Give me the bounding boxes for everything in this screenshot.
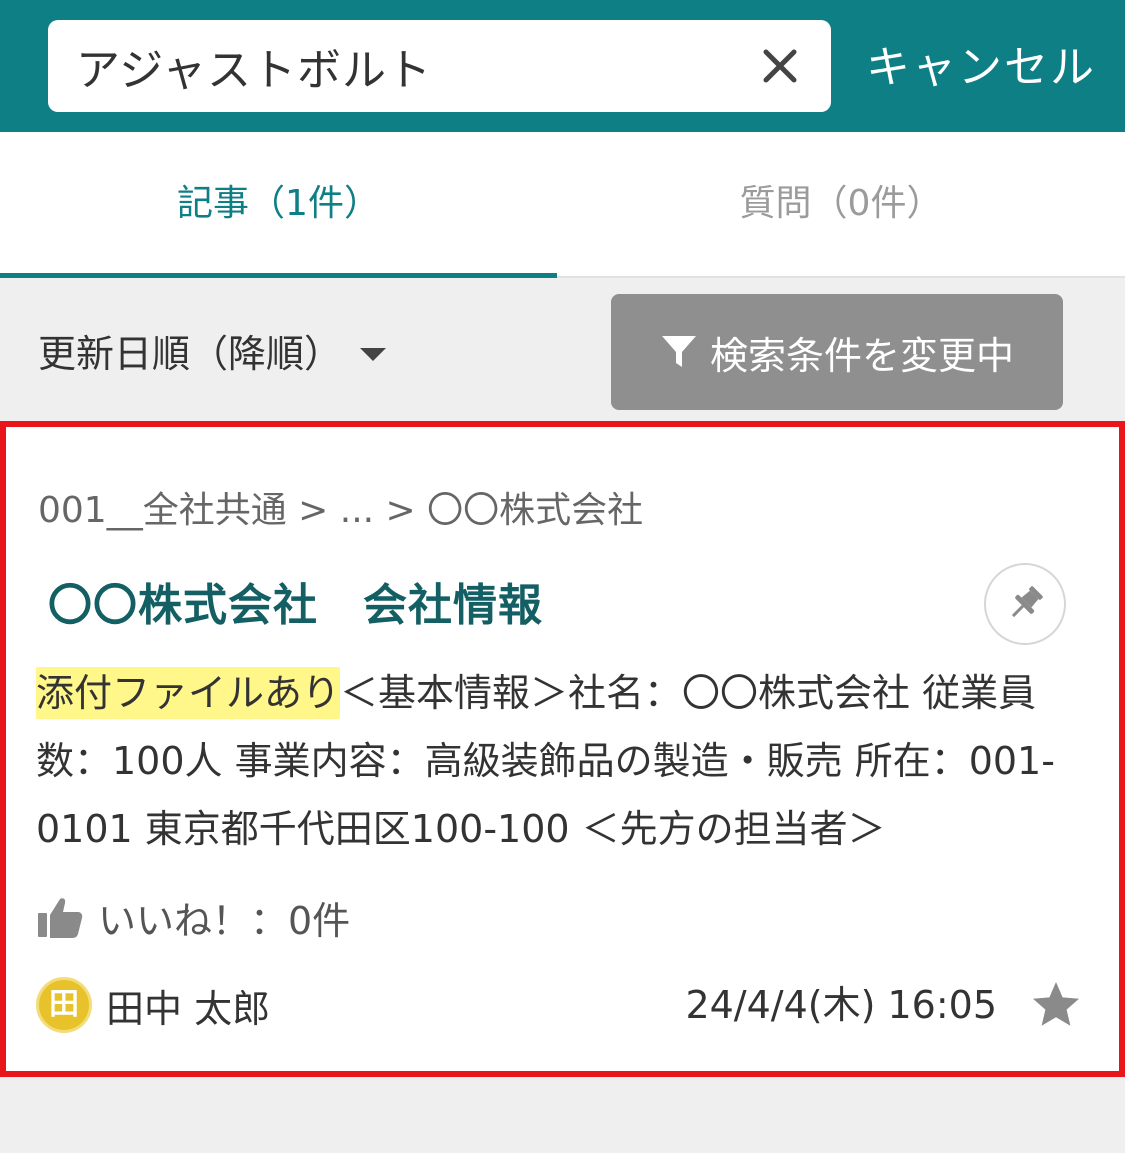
avatar: 田 [36, 977, 92, 1033]
star-icon[interactable] [1030, 979, 1082, 1031]
filter-button[interactable]: 検索条件を変更中 [611, 294, 1063, 410]
likes-count: いいね！：0件 [98, 898, 351, 943]
filter-label: 検索条件を変更中 [709, 333, 1014, 378]
thumbs-up-icon [38, 898, 83, 938]
pin-button[interactable] [984, 563, 1066, 645]
tab-questions[interactable]: 質問（0件） [557, 132, 1125, 276]
cancel-button[interactable]: キャンセル [866, 30, 1096, 106]
article-card[interactable]: 001__全社共通 > ... > 〇〇株式会社 〇〇株式会社 会社情報 添付フ… [0, 421, 1125, 1077]
search-input[interactable] [76, 20, 756, 112]
author-name: 田中 太郎 [106, 986, 271, 1031]
clear-search-icon[interactable] [760, 46, 800, 86]
article-title[interactable]: 〇〇株式会社 会社情報 [48, 569, 543, 633]
filter-icon [661, 336, 696, 367]
chevron-down-icon [360, 348, 387, 361]
updated-timestamp: 24/4/4(木) 16:05 [685, 983, 997, 1027]
search-header: キャンセル [0, 0, 1125, 132]
sort-label: 更新日順（降順） [38, 332, 343, 376]
result-tabs: 記事（1件） 質問（0件） [0, 132, 1125, 278]
search-box[interactable] [48, 20, 831, 112]
attachment-badge: 添付ファイルあり [36, 667, 341, 719]
sort-dropdown[interactable]: 更新日順（降順） [38, 322, 387, 386]
article-excerpt: 添付ファイルあり＜基本情報＞社名：〇〇株式会社 従業員数：100人 事業内容：高… [36, 659, 1056, 863]
tab-articles[interactable]: 記事（1件） [0, 132, 557, 278]
like-button[interactable]: いいね！：0件 [36, 889, 350, 945]
breadcrumb: 001__全社共通 > ... > 〇〇株式会社 [38, 490, 644, 531]
pin-icon [1011, 586, 1043, 618]
author: 田 田中 太郎 [36, 975, 270, 1035]
